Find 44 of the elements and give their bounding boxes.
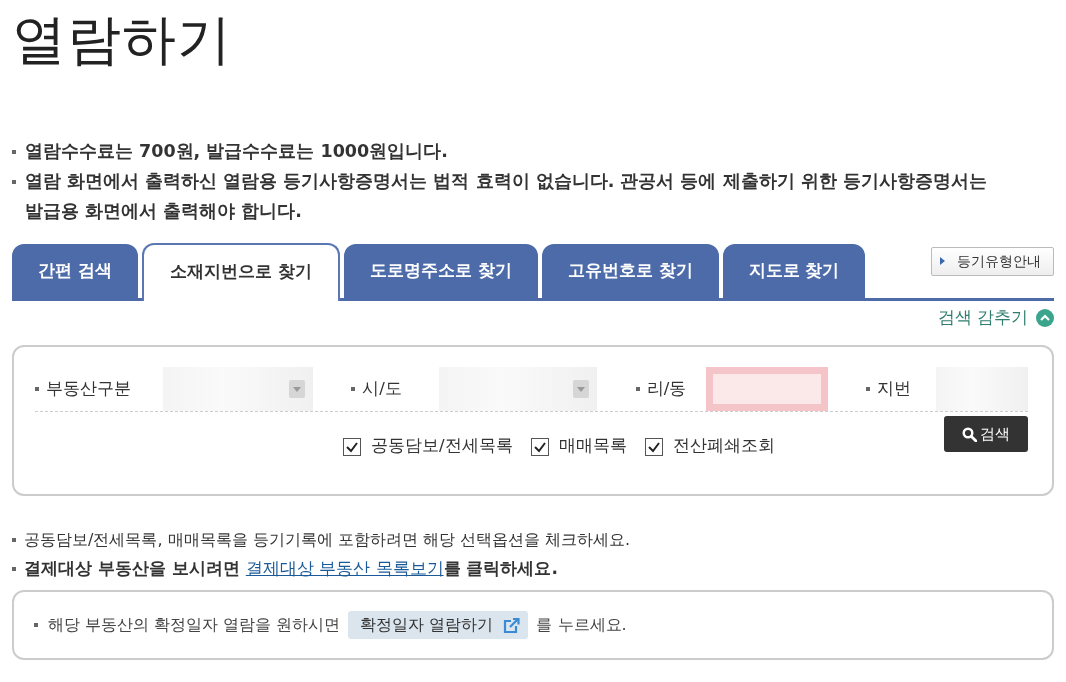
bullet-icon [12,179,16,184]
tab[interactable]: 도로명주소로 찾기 [343,243,538,298]
input-field[interactable] [705,367,828,412]
tab[interactable]: 소재지번으로 찾기 [141,242,340,301]
chevron-up-icon [1036,308,1054,327]
bullet-icon [34,623,38,628]
notice-text: 열람수수료는 700원, 발급수수료는 1000원입니다. [25,139,448,163]
toggle-link[interactable]: 검색 감추기 [937,305,1054,331]
checkbox-label: 전산폐쇄조회 [672,435,775,458]
checkbox[interactable] [343,437,361,456]
hint-text: 공동담보/전세목록, 매매목록을 등기기록에 포함하려면 해당 선택옵션을 체크하세요. [24,528,631,551]
checkbox[interactable] [530,437,549,456]
external-link-icon [503,617,521,633]
guide-button[interactable]: 등기유형안내 [931,246,1054,276]
tab[interactable]: 지도로 찾기 [722,243,866,298]
input-field[interactable] [936,367,1028,412]
bullet-icon [12,566,16,571]
field-label: 리/동 [646,378,687,401]
field-label: 부동산구분 [46,378,131,401]
list-link[interactable]: 결제대상 부동산 목록보기 [245,558,444,578]
search-icon [962,426,977,442]
triangle-icon [940,257,945,265]
hint-text: 결제대상 부동산을 보시려면 결제대상 부동산 목록보기를 클릭하세요. [24,557,558,580]
bullet-icon [12,537,16,542]
tab[interactable]: 간편 검색 [12,243,138,298]
checkbox-label: 매매목록 [558,435,627,458]
checkbox-label: 공동담보/전세목록 [371,435,513,458]
bullet-icon [35,387,39,392]
bullet-icon [351,387,356,392]
field-label: 시/도 [362,378,402,401]
search-button[interactable]: 검색 [944,416,1028,453]
checkbox[interactable] [644,437,663,456]
view-date-button[interactable]: 확정일자 열람하기 [348,611,529,640]
select-field[interactable] [439,367,598,412]
info-text: 해당 부동산의 확정일자 열람을 원하시면 [48,614,341,637]
field-label: 지번 [877,378,911,401]
info-text: 를 누르세요. [536,614,627,637]
bullet-icon [635,387,640,392]
select-field[interactable] [163,367,313,412]
tab[interactable]: 고유번호로 찾기 [541,243,719,298]
bullet-icon [866,387,870,392]
page-title: 열람하기 [12,7,232,73]
notice-text: 열람 화면에서 출력하신 열람용 등기사항증명서는 법적 효력이 없습니다. 관공서 등에 제출하기 위한 등기사항증명서는 발급용 화면에서 출력해야 합니다. [25,169,988,223]
bullet-icon [12,149,16,154]
